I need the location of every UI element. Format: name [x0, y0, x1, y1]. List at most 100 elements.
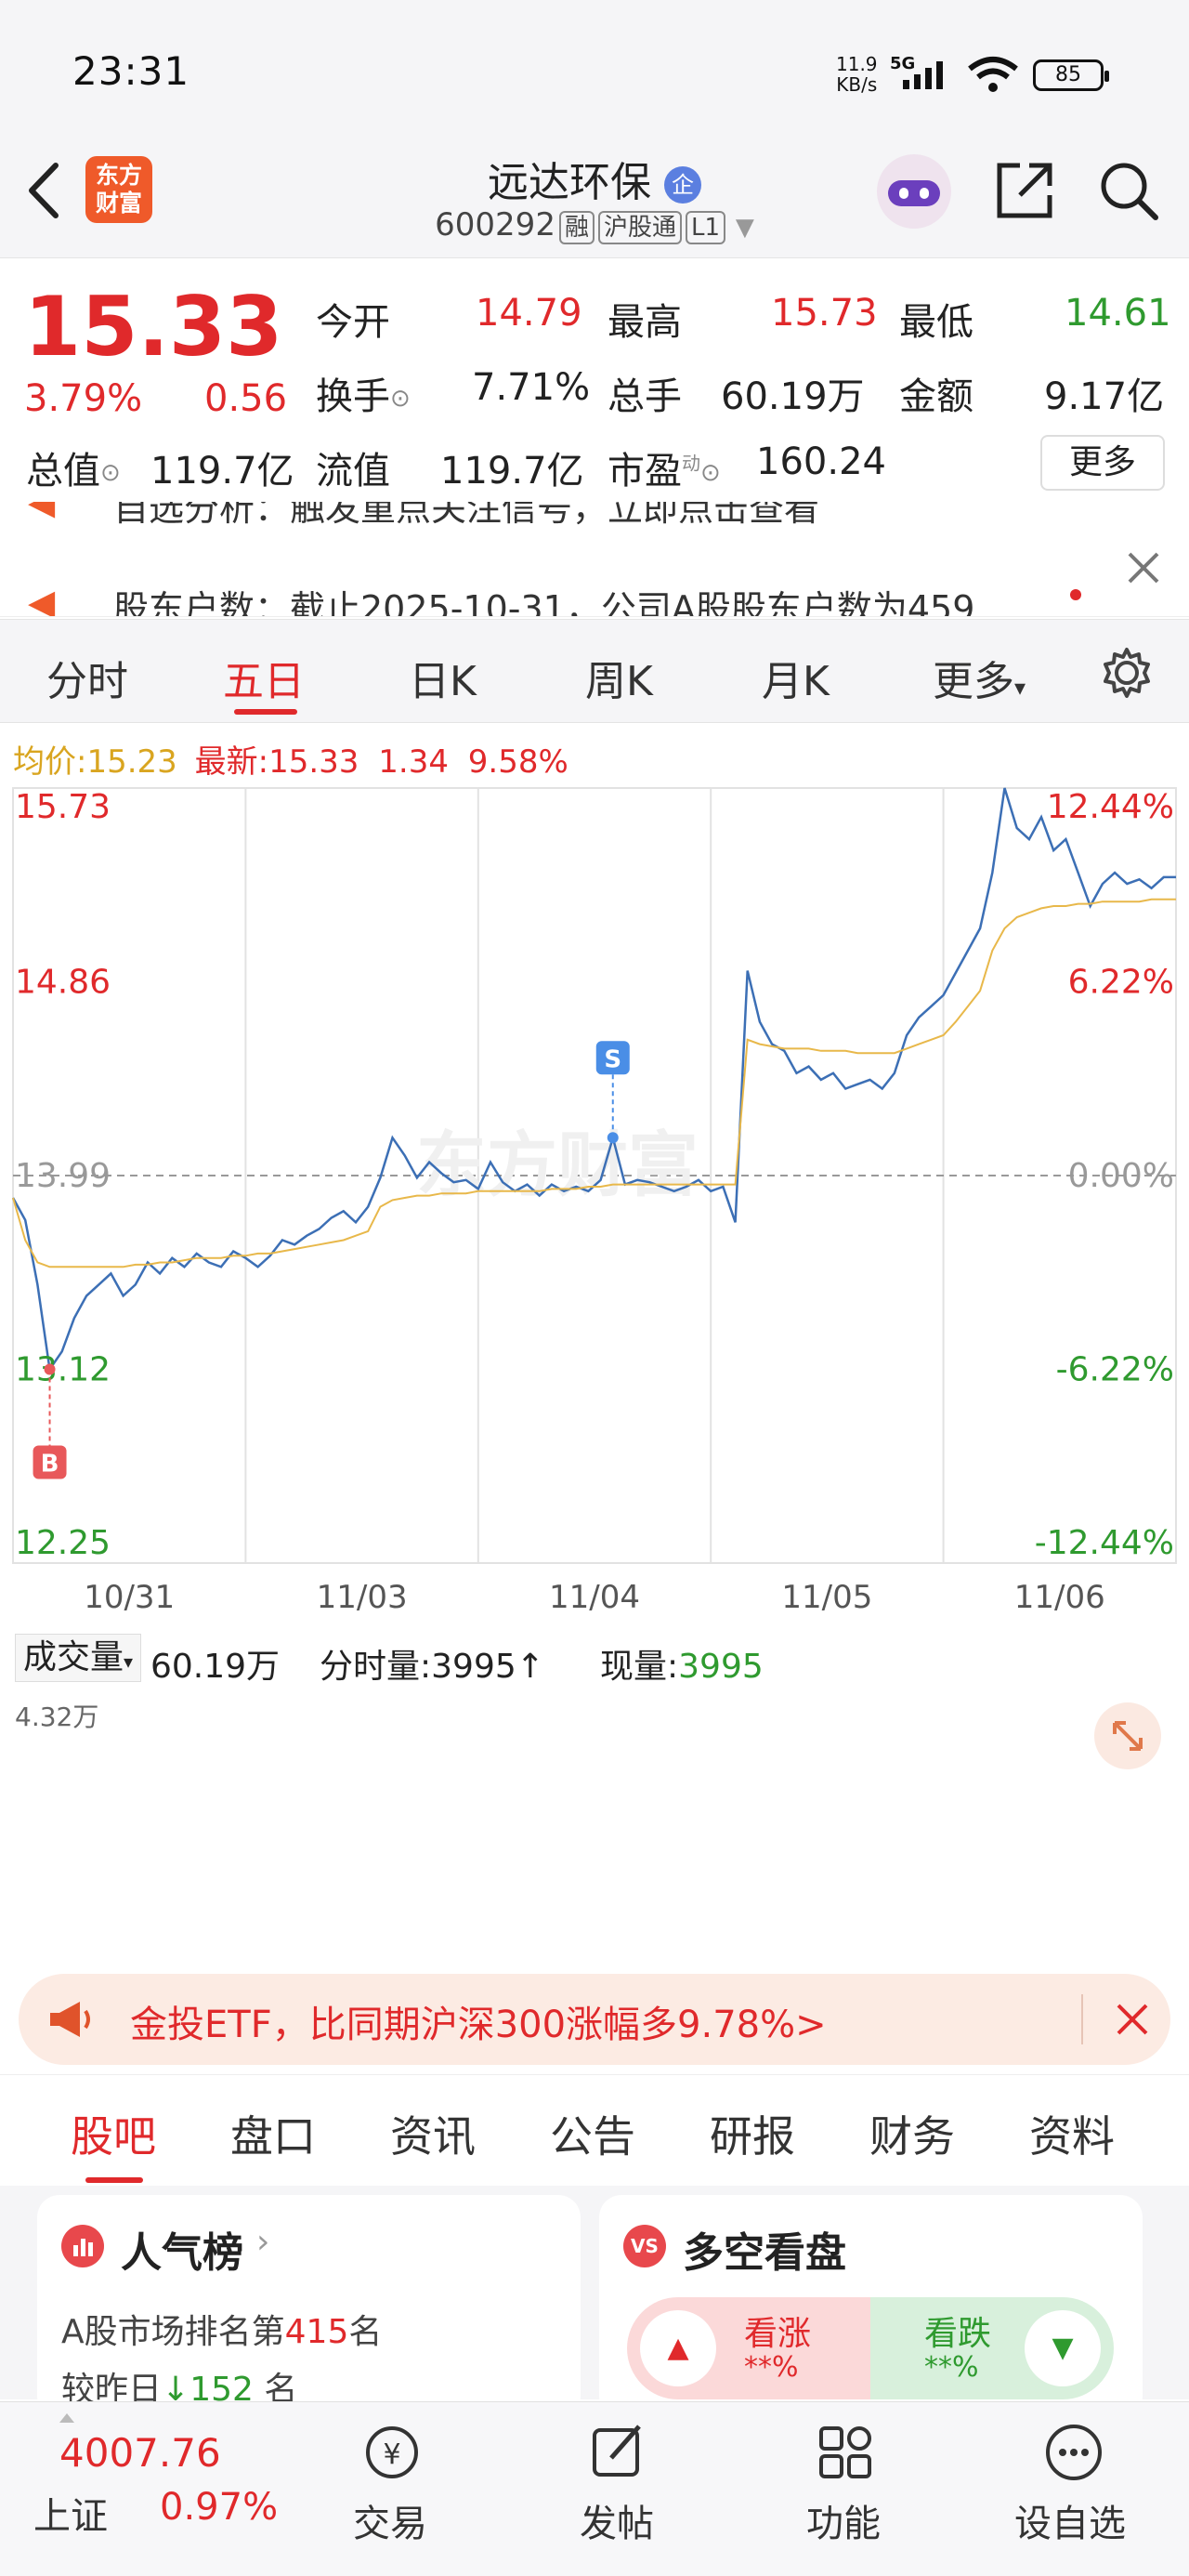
marker-dot [607, 1132, 619, 1144]
popularity-card[interactable]: 人气榜 › A股市场排名第415名 较昨日↓152 名 [37, 2195, 581, 2418]
volume-dropdown[interactable]: 成交量▾ [15, 1634, 142, 1682]
tab-financials[interactable]: 财务 [869, 2103, 955, 2164]
battery-icon: 85 [1033, 59, 1109, 91]
pe-label[interactable]: 市盈动⊙ [608, 440, 721, 494]
y-tick-left: 13.12 [15, 1351, 111, 1389]
more-button[interactable]: 更多 [1040, 435, 1165, 491]
index-change[interactable]: 0.97% [160, 2486, 278, 2529]
y-tick-right: 12.44% [1047, 788, 1174, 826]
marker-dot [44, 1363, 56, 1375]
search-icon[interactable] [1096, 158, 1161, 223]
tab-intraday[interactable]: 分时 [46, 648, 128, 707]
net-speed-value: 11.9 [836, 53, 878, 75]
x-tick-label: 11/05 [781, 1579, 872, 1616]
post-icon[interactable] [585, 2419, 652, 2486]
amount-value: 9.17亿 [1044, 375, 1165, 418]
tab-more[interactable]: 更多▾ [933, 648, 1026, 707]
bottom-nav: 4007.76 上证 0.97% ¥ 交易 发帖 功能 设自选 [0, 2401, 1189, 2576]
volume-max-label: 4.32万 [15, 1702, 99, 1732]
y-tick-right: 6.22% [1068, 964, 1174, 1002]
stock-code: 600292 [435, 206, 555, 243]
notice-bar-2[interactable]: ◀ 股东户数：截止2025-10-31，公司A股股东户数为459 [0, 546, 1189, 617]
index-name[interactable]: 上证 [33, 2486, 108, 2540]
chart-bar-icon [61, 2225, 104, 2267]
tab-monthly-k[interactable]: 月K [762, 648, 830, 707]
popularity-rank: A股市场排名第415名 [61, 2313, 383, 2351]
tab-five-day[interactable]: 五日 [223, 648, 305, 707]
bull-button[interactable]: ▲ 看涨 **% [627, 2297, 870, 2399]
clock: 23:31 [72, 48, 190, 94]
marker-label: B [41, 1451, 59, 1479]
bull-pct: **% [744, 2351, 799, 2384]
active-tab-indicator [85, 2177, 143, 2183]
level-tag: L1 [685, 211, 726, 244]
expand-icon[interactable] [1094, 1702, 1161, 1769]
y-tick-right: -12.44% [1035, 1524, 1174, 1562]
nav-post-label[interactable]: 发帖 [580, 2493, 654, 2547]
tab-announcements[interactable]: 公告 [550, 2103, 635, 2164]
open-value: 14.79 [476, 292, 582, 335]
amount-label: 金额 [899, 375, 973, 418]
arrow-down-icon: ▼ [1025, 2310, 1101, 2386]
close-icon[interactable] [1124, 548, 1163, 587]
y-tick-right: -6.22% [1056, 1351, 1174, 1389]
pe-sup: 动 [682, 452, 700, 475]
index-value[interactable]: 4007.76 [59, 2430, 221, 2476]
bear-label: 看跌 [924, 2315, 992, 2353]
volume-total: 60.19万 [150, 1648, 281, 1686]
five-day-price-chart[interactable]: 东方财富 15.73 12.44%14.86 6.22%13.99 0.00%13.1… [0, 725, 1189, 1636]
mktcap-value: 119.7亿 [150, 450, 294, 493]
tab-profile[interactable]: 资料 [1029, 2103, 1115, 2164]
close-icon[interactable] [1113, 2000, 1152, 2039]
tab-news[interactable]: 资讯 [390, 2103, 476, 2164]
open-label: 今开 [316, 301, 390, 344]
notice-bar-1[interactable]: ◀ 自选分析：触发重点关注信号，立即点击查看 [0, 502, 1189, 546]
tab-order-book[interactable]: 盘口 [230, 2103, 316, 2164]
chart-period-tabs: 分时 五日 日K 周K 月K 更多▾ [0, 619, 1189, 723]
share-icon[interactable] [992, 158, 1057, 223]
low-label: 最低 [899, 301, 973, 344]
apps-icon[interactable] [812, 2419, 879, 2486]
more-dots-icon[interactable] [1040, 2419, 1107, 2486]
volume-label: 总手 [608, 375, 682, 418]
stock-name: 远达环保 [488, 159, 651, 206]
vs-icon: VS [623, 2225, 666, 2267]
tab-daily-k[interactable]: 日K [409, 648, 477, 707]
x-tick-label: 11/06 [1014, 1579, 1105, 1616]
card-row: 人气榜 › A股市场排名第415名 较昨日↓152 名 VS 多空看盘 ▲ 看涨… [0, 2186, 1189, 2418]
mktcap-label[interactable]: 总值⊙ [26, 440, 121, 494]
y-tick-left: 14.86 [15, 964, 111, 1002]
notice-text-2: 股东户数：截止2025-10-31，公司A股股东户数为459 [113, 588, 975, 617]
assistant-avatar[interactable] [877, 154, 951, 229]
unread-dot [1070, 589, 1081, 600]
chevron-right-icon: › [256, 2223, 270, 2261]
high-value: 15.73 [771, 292, 878, 335]
bull-bear-card[interactable]: VS 多空看盘 ▲ 看涨 **% 看跌 **% ▼ [599, 2195, 1143, 2418]
net-speed: 11.9 KB/s [836, 54, 878, 95]
gear-icon[interactable] [1100, 646, 1154, 700]
volume-value: 60.19万 [721, 375, 865, 418]
svg-text:¥: ¥ [383, 2438, 400, 2471]
turnover-value: 7.71% [472, 366, 591, 409]
megaphone-icon [50, 2002, 90, 2037]
bear-button[interactable]: 看跌 **% ▼ [870, 2297, 1114, 2399]
info-tabs: 股吧 盘口 资讯 公告 研报 财务 资料 [0, 2074, 1189, 2186]
nav-add-watchlist-label[interactable]: 设自选 [1014, 2493, 1126, 2547]
turnover-label[interactable]: 换手⊙ [316, 366, 411, 420]
nav-functions-label[interactable]: 功能 [806, 2493, 881, 2547]
bull-label: 看涨 [744, 2315, 812, 2353]
last-price: 15.33 [24, 279, 283, 375]
pe-value: 160.24 [756, 440, 886, 483]
tab-weekly-k[interactable]: 周K [585, 648, 653, 707]
x-tick-label: 11/03 [317, 1579, 408, 1616]
active-tab-indicator [234, 709, 297, 715]
current-volume: 现量:3995 [600, 1648, 764, 1686]
tab-research[interactable]: 研报 [710, 2103, 795, 2164]
nav-trade-label[interactable]: 交易 [353, 2493, 427, 2547]
promo-banner[interactable]: 金投ETF，比同期沪深300涨幅多9.78%> [19, 1974, 1170, 2065]
high-label: 最高 [608, 301, 682, 344]
trade-icon[interactable]: ¥ [359, 2419, 425, 2486]
caret-up-icon [59, 2413, 74, 2423]
marker-label: S [604, 1045, 621, 1073]
tab-guba[interactable]: 股吧 [71, 2103, 156, 2164]
